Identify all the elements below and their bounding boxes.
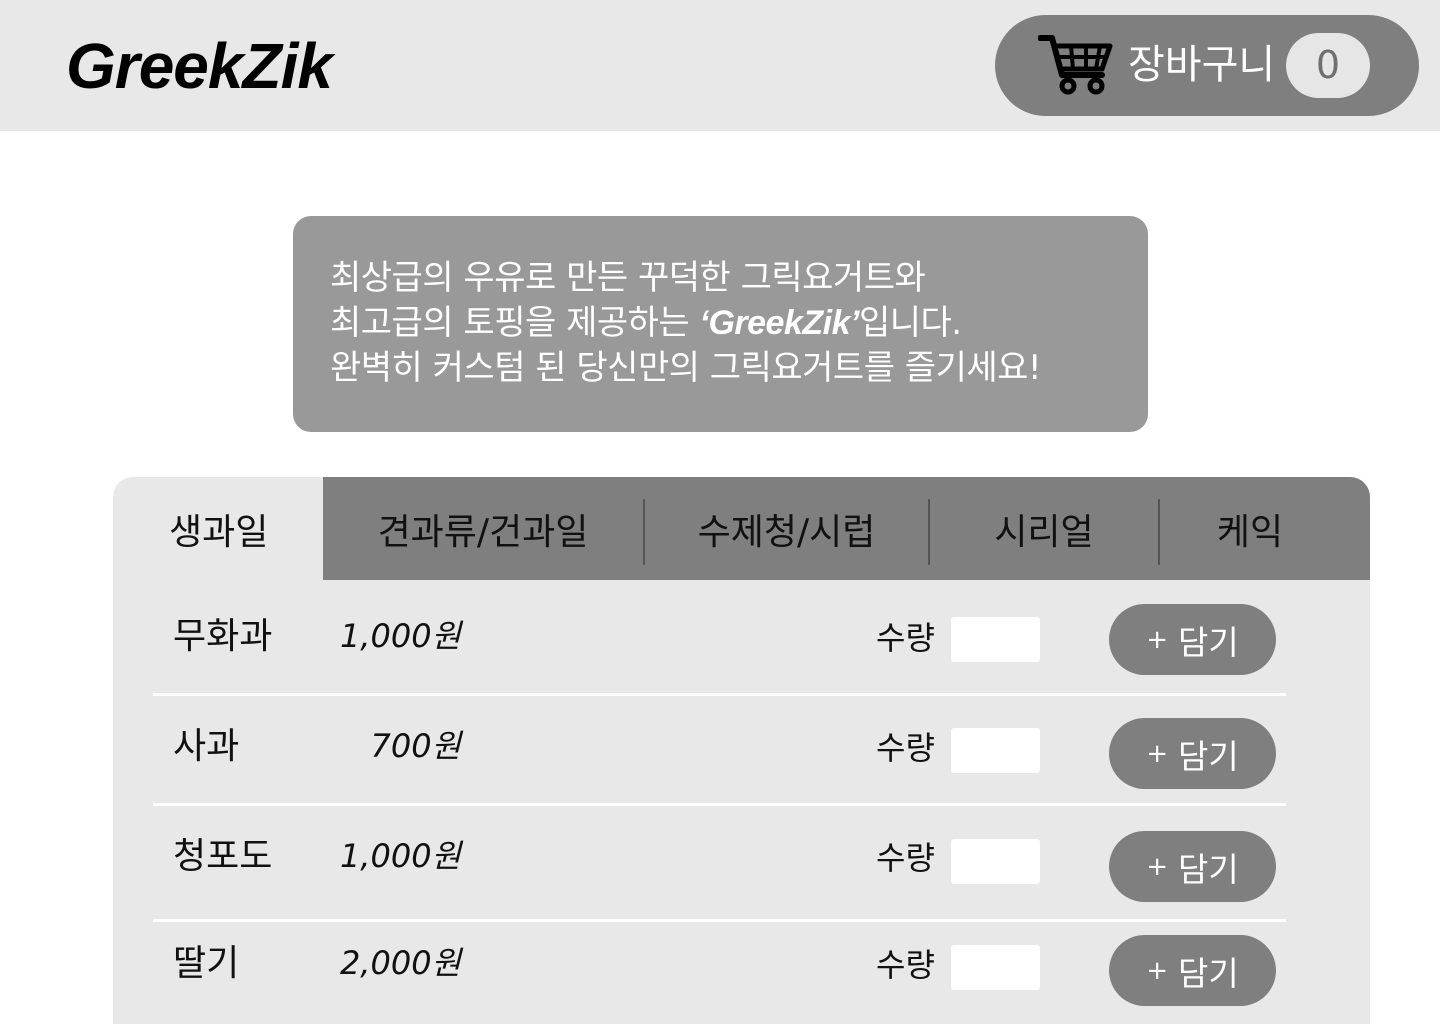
intro-banner: 최상급의 우유로 만든 꾸덕한 그릭요거트와 최고급의 토핑을 제공하는 ‘Gr… bbox=[293, 216, 1148, 432]
menu-panel: 생과일 견과류/건과일 수제청/시럽 시리얼 케익 무화과 1,000원 수량 … bbox=[113, 477, 1370, 1024]
intro-line-1: 최상급의 우유로 만든 꾸덕한 그릭요거트와 bbox=[330, 258, 926, 298]
quantity-label: 수량 bbox=[876, 839, 935, 877]
add-button-label: 담기 bbox=[1178, 736, 1239, 776]
product-row: 사과 700원 수량 + 담기 bbox=[153, 696, 1286, 804]
tab-nuts-dried-fruit[interactable]: 견과류/건과일 bbox=[323, 477, 643, 580]
product-name: 무화과 bbox=[173, 616, 273, 657]
tab-fresh-fruit[interactable]: 생과일 bbox=[113, 477, 323, 580]
add-to-cart-button[interactable]: + 담기 bbox=[1109, 604, 1276, 675]
plus-icon: + bbox=[1146, 624, 1169, 655]
tab-strip: 견과류/건과일 수제청/시럽 시리얼 케익 bbox=[323, 477, 1370, 580]
add-button-label: 담기 bbox=[1178, 953, 1239, 993]
intro-line-3: 완벽히 커스텀 된 당신만의 그릭요거트를 즐기세요! bbox=[330, 348, 1042, 388]
quantity-input[interactable] bbox=[951, 728, 1040, 773]
shopping-cart-icon bbox=[1038, 35, 1113, 95]
header: GreekZik 장바구니 0 bbox=[0, 0, 1440, 131]
quantity-input[interactable] bbox=[951, 945, 1040, 990]
product-price: 700원 bbox=[370, 727, 461, 765]
add-to-cart-button[interactable]: + 담기 bbox=[1109, 718, 1276, 789]
product-name: 사과 bbox=[173, 726, 240, 767]
quantity-input[interactable] bbox=[951, 617, 1040, 662]
intro-line-2-text: 최고급의 토핑을 제공하는 bbox=[330, 303, 700, 343]
product-row: 딸기 2,000원 수량 + 담기 bbox=[153, 922, 1286, 1024]
tab-cereal[interactable]: 시리얼 bbox=[930, 477, 1158, 580]
quantity-label: 수량 bbox=[876, 619, 935, 657]
logo[interactable]: GreekZik bbox=[66, 30, 333, 102]
product-name: 청포도 bbox=[173, 836, 273, 877]
product-row: 청포도 1,000원 수량 + 담기 bbox=[153, 806, 1286, 914]
plus-icon: + bbox=[1146, 955, 1169, 986]
tab-cake[interactable]: 케익 bbox=[1160, 477, 1340, 580]
intro-line-2-end: 입니다. bbox=[858, 303, 962, 343]
cart-button[interactable]: 장바구니 0 bbox=[995, 15, 1419, 116]
quantity-label: 수량 bbox=[876, 729, 935, 767]
quantity-input[interactable] bbox=[951, 839, 1040, 884]
product-name: 딸기 bbox=[173, 943, 240, 984]
tab-syrup[interactable]: 수제청/시럽 bbox=[645, 477, 928, 580]
quantity-label: 수량 bbox=[876, 946, 935, 984]
add-button-label: 담기 bbox=[1178, 622, 1239, 662]
cart-count-badge: 0 bbox=[1286, 33, 1370, 98]
product-price: 2,000원 bbox=[339, 944, 461, 982]
product-price: 1,000원 bbox=[339, 617, 461, 655]
plus-icon: + bbox=[1146, 851, 1169, 882]
add-to-cart-button[interactable]: + 담기 bbox=[1109, 831, 1276, 902]
add-button-label: 담기 bbox=[1178, 849, 1239, 889]
cart-label: 장바구니 bbox=[1128, 42, 1276, 88]
intro-brand-name: ‘GreekZik’ bbox=[699, 304, 860, 342]
intro-line-2: 최고급의 토핑을 제공하는 ‘GreekZik’입니다. bbox=[330, 301, 1148, 346]
plus-icon: + bbox=[1146, 738, 1169, 769]
product-price: 1,000원 bbox=[339, 837, 461, 875]
add-to-cart-button[interactable]: + 담기 bbox=[1109, 935, 1276, 1006]
product-row: 무화과 1,000원 수량 + 담기 bbox=[153, 583, 1286, 691]
